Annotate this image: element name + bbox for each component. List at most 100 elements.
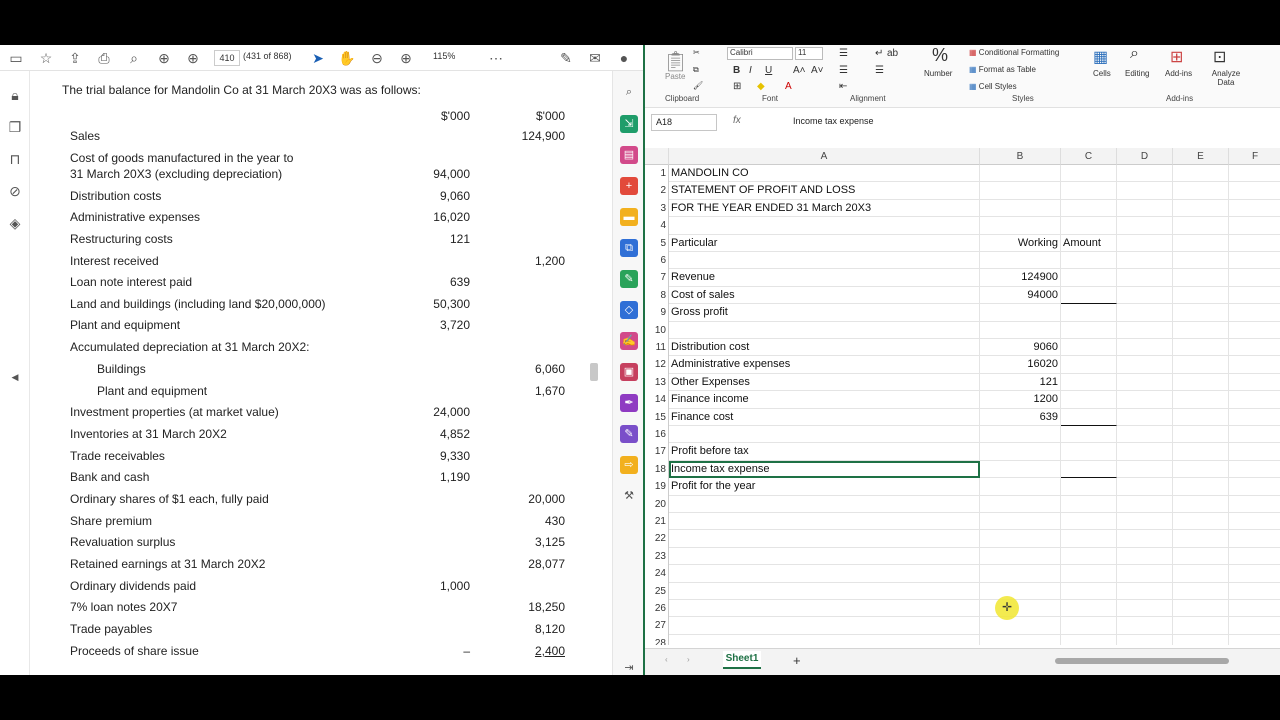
cell-e7[interactable] <box>1173 269 1229 287</box>
row-header[interactable]: 11 <box>645 339 669 357</box>
select-pointer-icon[interactable]: ➤ <box>308 48 328 68</box>
zoom-out-icon[interactable]: ⊖ <box>367 48 387 68</box>
cell-e6[interactable] <box>1173 252 1229 270</box>
cell-e23[interactable] <box>1173 547 1229 566</box>
cell-a6[interactable] <box>669 252 980 270</box>
cell-c17[interactable] <box>1061 443 1117 461</box>
cell-c25[interactable] <box>1061 582 1117 600</box>
cell-f12[interactable] <box>1229 356 1280 374</box>
cell-a24[interactable] <box>669 565 980 583</box>
cell-e28[interactable] <box>1173 634 1229 645</box>
cell-e13[interactable] <box>1173 373 1229 392</box>
cell-a2[interactable]: STATEMENT OF PROFIT AND LOSS <box>669 182 980 200</box>
row-header[interactable]: 15 <box>645 408 669 426</box>
row-header[interactable]: 1 <box>645 165 669 183</box>
analyze-data-icon[interactable]: ⊡ <box>1213 47 1226 67</box>
cell-f20[interactable] <box>1229 496 1280 513</box>
search-icon[interactable]: ⌕ <box>620 83 638 101</box>
cell-d11[interactable] <box>1117 339 1173 357</box>
fill-color-icon[interactable]: ◆ <box>757 81 765 92</box>
request-signature-icon[interactable]: ✒ <box>620 394 638 412</box>
cell-f8[interactable] <box>1229 287 1280 305</box>
cell-e1[interactable] <box>1173 165 1229 183</box>
row-header[interactable]: 27 <box>645 617 669 635</box>
zoom-search-icon[interactable]: ⌕ <box>124 48 144 68</box>
cell-d28[interactable] <box>1117 634 1173 645</box>
cell-b16[interactable] <box>980 426 1061 444</box>
cell-d6[interactable] <box>1117 252 1173 270</box>
increase-font-button[interactable]: A˄ <box>793 65 806 76</box>
cell-b11[interactable]: 9060 <box>980 339 1061 357</box>
cell-e10[interactable] <box>1173 321 1229 339</box>
cell-c11[interactable] <box>1061 339 1117 357</box>
cell-e15[interactable] <box>1173 408 1229 426</box>
cell-e17[interactable] <box>1173 443 1229 461</box>
cell-d12[interactable] <box>1117 356 1173 374</box>
row-header[interactable]: 23 <box>645 547 669 566</box>
cell-d26[interactable] <box>1117 600 1173 618</box>
cell-f11[interactable] <box>1229 339 1280 357</box>
layers-icon[interactable]: ◈ <box>5 213 25 233</box>
prev-sheet-icon[interactable]: ‹ <box>665 655 668 664</box>
cell-b23[interactable] <box>980 547 1061 566</box>
cell-f1[interactable] <box>1229 165 1280 183</box>
cell-a12[interactable]: Administrative expenses <box>669 356 980 374</box>
cell-b21[interactable] <box>980 513 1061 531</box>
format-as-table-button[interactable]: ▦ Format as Table <box>969 65 1036 74</box>
cell-c12[interactable] <box>1061 356 1117 374</box>
cell-b26[interactable] <box>980 600 1061 618</box>
fx-icon[interactable]: fx <box>733 115 741 126</box>
cell-d20[interactable] <box>1117 495 1173 513</box>
cell-d15[interactable] <box>1117 408 1173 426</box>
cell-d14[interactable] <box>1117 391 1173 409</box>
cell-a13[interactable]: Other Expenses <box>669 373 980 392</box>
cell-a9[interactable]: Gross profit <box>669 304 980 322</box>
cell-f21[interactable] <box>1229 513 1280 531</box>
cell-a20[interactable] <box>669 495 980 513</box>
cell-b14[interactable]: 1200 <box>980 391 1061 409</box>
editing-button[interactable]: Editing <box>1125 69 1149 78</box>
cell-f4[interactable] <box>1229 217 1280 235</box>
cell-f28[interactable] <box>1229 635 1280 645</box>
cell-b3[interactable] <box>980 199 1061 218</box>
cell-a27[interactable] <box>669 617 980 635</box>
cell-e19[interactable] <box>1173 478 1229 496</box>
page-number-input[interactable]: 410 <box>214 50 240 66</box>
cell-e26[interactable] <box>1173 600 1229 618</box>
cell-c21[interactable] <box>1061 513 1117 531</box>
row-header[interactable]: 25 <box>645 582 669 600</box>
cell-e9[interactable] <box>1173 304 1229 322</box>
row-header[interactable]: 9 <box>645 304 669 322</box>
cell-f27[interactable] <box>1229 617 1280 635</box>
addins-icon[interactable]: ⊞ <box>1170 47 1183 67</box>
cell-e14[interactable] <box>1173 391 1229 409</box>
align-center-icon[interactable]: ☰ <box>875 65 884 76</box>
indent-icon[interactable]: ⇤ <box>839 81 847 92</box>
row-header[interactable]: 2 <box>645 182 669 200</box>
underline-button[interactable]: U <box>765 65 772 76</box>
column-header-c[interactable]: C <box>1061 148 1117 165</box>
next-sheet-icon[interactable]: › <box>687 655 690 664</box>
cell-f16[interactable] <box>1229 426 1280 444</box>
row-header[interactable]: 10 <box>645 321 669 339</box>
cell-f23[interactable] <box>1229 548 1280 566</box>
cell-c24[interactable] <box>1061 565 1117 583</box>
row-header[interactable]: 6 <box>645 252 669 270</box>
cell-e20[interactable] <box>1173 495 1229 513</box>
row-header[interactable]: 14 <box>645 391 669 409</box>
analyze-data-button[interactable]: Analyze Data <box>1206 69 1246 87</box>
cell-d25[interactable] <box>1117 582 1173 600</box>
align-top-icon[interactable]: ☰ <box>839 48 848 59</box>
cell-b4[interactable] <box>980 217 1061 235</box>
cell-d21[interactable] <box>1117 513 1173 531</box>
row-header[interactable]: 28 <box>645 634 669 645</box>
cell-d27[interactable] <box>1117 617 1173 635</box>
row-header[interactable]: 19 <box>645 478 669 496</box>
font-color-icon[interactable]: A <box>785 81 792 92</box>
cell-a1[interactable]: MANDOLIN CO <box>669 165 980 183</box>
tools-icon[interactable]: ⚒ <box>620 487 638 505</box>
edit-pdf-icon[interactable]: ✎ <box>620 270 638 288</box>
cell-b22[interactable] <box>980 530 1061 548</box>
cells-button[interactable]: Cells <box>1093 69 1111 78</box>
cell-d18[interactable] <box>1117 460 1173 479</box>
